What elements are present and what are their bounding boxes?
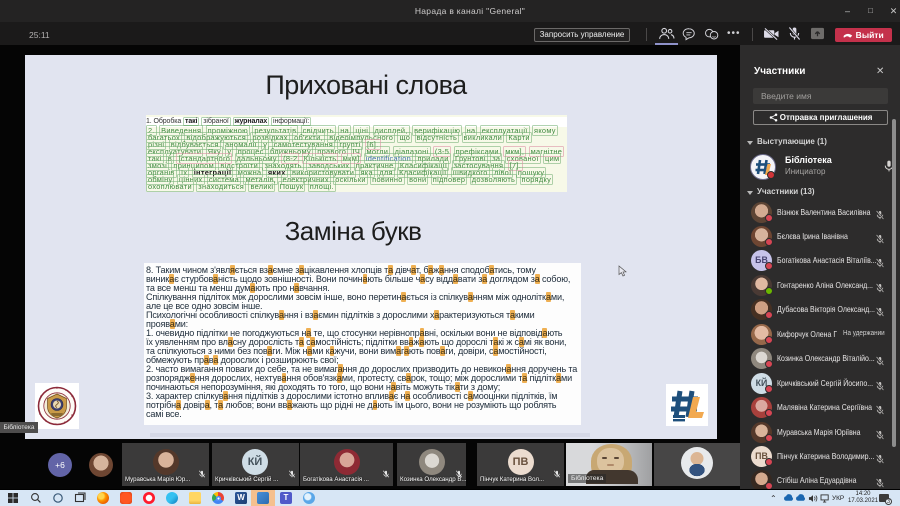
svg-text:●: ● [56, 386, 58, 390]
svg-text:●: ● [65, 388, 67, 392]
svg-text:●: ● [40, 394, 42, 398]
svg-text:●: ● [55, 422, 57, 426]
svg-text:●: ● [71, 394, 73, 398]
svg-text:●: ● [45, 419, 47, 423]
svg-text:●: ● [39, 412, 41, 416]
svg-text:●: ● [71, 413, 73, 417]
svg-text:●: ● [47, 388, 49, 392]
svg-text:●: ● [64, 420, 66, 424]
